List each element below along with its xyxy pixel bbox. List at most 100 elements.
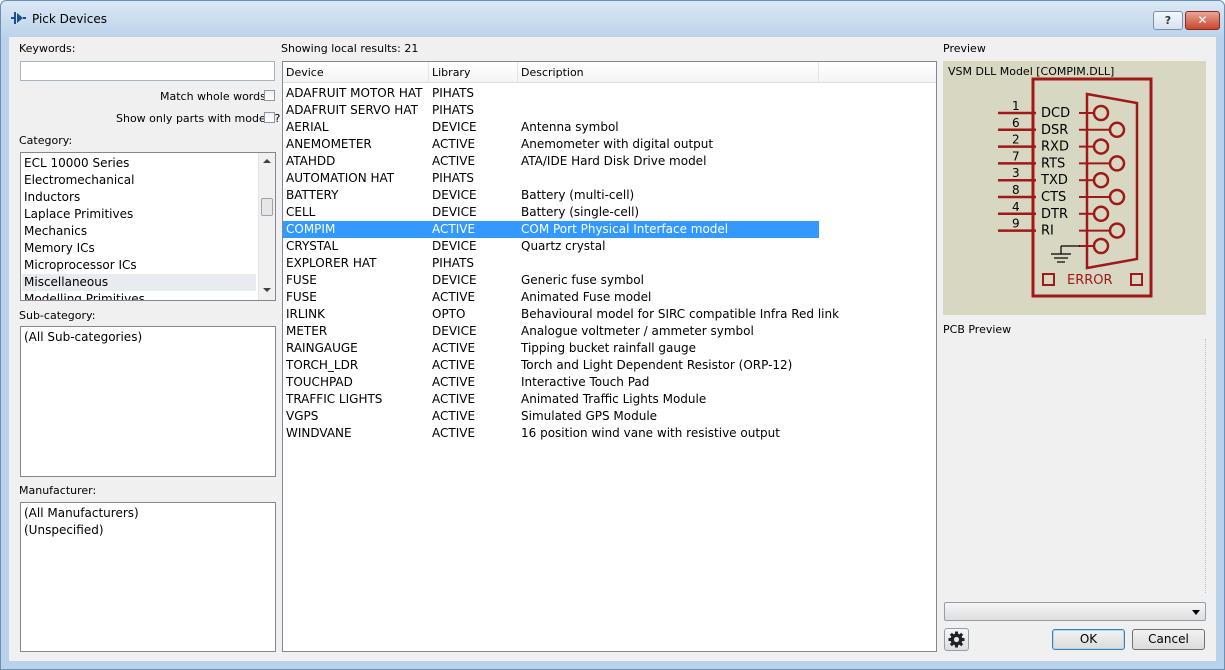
table-row[interactable]: AUTOMATION HAT PIHATS [283,170,819,187]
cell-library: ACTIVE [432,409,476,423]
column-header-library[interactable]: Library [429,62,518,83]
scroll-up-arrow-icon[interactable] [263,159,271,163]
table-row[interactable]: FUSE DEVICE Generic fuse symbol [283,272,819,289]
category-list-item[interactable]: ECL 10000 Series [24,155,129,172]
table-row[interactable]: ADAFRUIT SERVO HAT PIHATS [283,102,819,119]
cell-library: ACTIVE [432,426,476,440]
results-grid[interactable]: Device Library Description ADAFRUIT MOTO… [282,61,937,652]
pcb-preview-panel [943,339,1206,593]
chevron-down-icon [1192,610,1200,615]
connector-pin [1092,237,1110,255]
cell-library: ACTIVE [432,358,476,372]
cell-device: FUSE [286,290,317,304]
table-row[interactable]: AERIAL DEVICE Antenna symbol [283,119,819,136]
column-header-device[interactable]: Device [283,62,429,83]
scroll-down-arrow-icon[interactable] [263,288,271,292]
device-preview-panel: VSM DLL Model [COMPIM.DLL] 1 DCD 6 DSR 2 RXD 7… [943,61,1206,315]
category-list-item[interactable]: Modelling Primitives [24,291,145,300]
gear-icon [948,631,965,648]
connector-pin [1092,104,1110,122]
manufacturer-list-item[interactable]: (All Manufacturers) [24,505,139,522]
scrollbar-thumb[interactable] [261,198,273,216]
cell-device: TOUCHPAD [286,375,353,389]
close-button[interactable]: ✕ [1185,11,1220,30]
cell-device: METER [286,324,328,338]
category-list-item[interactable]: Memory ICs [24,240,95,257]
cancel-button[interactable]: Cancel [1132,629,1205,650]
cell-device: IRLINK [286,307,325,321]
manufacturer-list[interactable]: (All Manufacturers) (Unspecified) [20,502,276,652]
category-list-item[interactable]: Laplace Primitives [24,206,133,223]
manufacturer-list-item[interactable]: (Unspecified) [24,522,104,539]
category-list-item[interactable]: Mechanics [24,223,87,240]
title-bar[interactable]: Pick Devices ? ✕ [1,1,1224,37]
cell-device: CELL [286,205,316,219]
ok-button[interactable]: OK [1052,629,1125,650]
cell-library: DEVICE [432,273,477,287]
help-button[interactable]: ? [1153,11,1183,30]
match-whole-words-checkbox[interactable] [264,90,275,101]
pin-number: 9 [1012,217,1020,231]
table-row[interactable]: TRAFFIC LIGHTS ACTIVE Animated Traffic Lig… [283,391,819,408]
table-row[interactable]: TORCH_LDR ACTIVE Torch and Light Dependent… [283,357,819,374]
table-row[interactable]: RAINGAUGE ACTIVE Tipping bucket rainfall g… [283,340,819,357]
table-row[interactable]: COMPIM ACTIVE COM Port Physical Interface … [283,221,819,238]
table-row[interactable]: VGPS ACTIVE Simulated GPS Module [283,408,819,425]
pin-number: 4 [1012,200,1020,214]
connector-pin [1092,171,1110,189]
category-list-item[interactable]: Inductors [24,189,80,206]
table-row[interactable]: BATTERY DEVICE Battery (multi-cell) [283,187,819,204]
category-list-item[interactable]: Microprocessor ICs [24,257,137,274]
category-list-item[interactable]: Miscellaneous [22,274,256,291]
cell-library: ACTIVE [432,154,476,168]
cell-description: ATA/IDE Hard Disk Drive model [521,154,707,168]
cell-device: ADAFRUIT SERVO HAT [286,103,418,117]
cell-device: EXPLORER HAT [286,256,377,270]
subcategory-list[interactable]: (All Sub-categories) [20,326,276,477]
table-row[interactable]: WINDVANE ACTIVE 16 position wind vane with… [283,425,819,442]
cell-device: AUTOMATION HAT [286,171,395,185]
table-row[interactable]: CRYSTAL DEVICE Quartz crystal [283,238,819,255]
table-row[interactable]: ADAFRUIT MOTOR HAT PIHATS [283,85,819,102]
table-row[interactable]: ANEMOMETER ACTIVE Anemometer with digital … [283,136,819,153]
connector-pin [1092,205,1110,223]
table-row[interactable]: CELL DEVICE Battery (single-cell) [283,204,819,221]
category-list-item[interactable]: Electromechanical [24,172,134,189]
table-row[interactable]: EXPLORER HAT PIHATS [283,255,819,272]
cell-library: DEVICE [432,239,477,253]
connector-pin [1108,222,1126,239]
table-row[interactable]: METER DEVICE Analogue voltmeter / ammeter … [283,323,819,340]
only-models-checkbox[interactable] [264,112,275,123]
cell-device: ATAHDD [286,154,336,168]
pick-devices-window: Pick Devices ? ✕ Keywords: Match whole w… [0,0,1225,670]
category-list[interactable]: ECL 10000 Series Electromechanical Inducto… [20,152,276,301]
cell-description: Tipping bucket rainfall gauge [521,341,697,355]
column-header-filler [819,62,936,83]
keywords-input[interactable] [20,61,275,81]
pin-name: DTR [1041,207,1068,222]
cell-device: BATTERY [286,188,339,202]
column-header-description[interactable]: Description [518,62,819,83]
settings-button[interactable] [944,628,969,651]
pin-number: 8 [1012,183,1020,197]
cell-library: PIHATS [432,86,475,100]
category-scrollbar[interactable] [258,153,275,300]
cell-device: COMPIM [286,222,336,236]
cell-library: ACTIVE [432,341,476,355]
pin-number: 2 [1012,133,1020,147]
cell-description: Animated Fuse model [521,290,652,304]
cell-description: Battery (single-cell) [521,205,640,219]
table-row[interactable]: TOUCHPAD ACTIVE Interactive Touch Pad [283,374,819,391]
pick-devices-icon [11,12,26,24]
cell-description: Quartz crystal [521,239,606,253]
table-row[interactable]: ATAHDD ACTIVE ATA/IDE Hard Disk Drive mode… [283,153,819,170]
pin-name: RTS [1041,156,1065,171]
pcb-package-combo[interactable] [944,602,1206,621]
keywords-label: Keywords: [19,42,76,55]
table-row[interactable]: FUSE ACTIVE Animated Fuse model [283,289,819,306]
subcategory-list-item[interactable]: (All Sub-categories) [24,329,142,346]
cell-description: Interactive Touch Pad [521,375,650,389]
connector-pin [1108,188,1126,206]
connector-pin [1108,121,1126,139]
table-row[interactable]: IRLINK OPTO Behavioural model for SIRC com… [283,306,839,323]
